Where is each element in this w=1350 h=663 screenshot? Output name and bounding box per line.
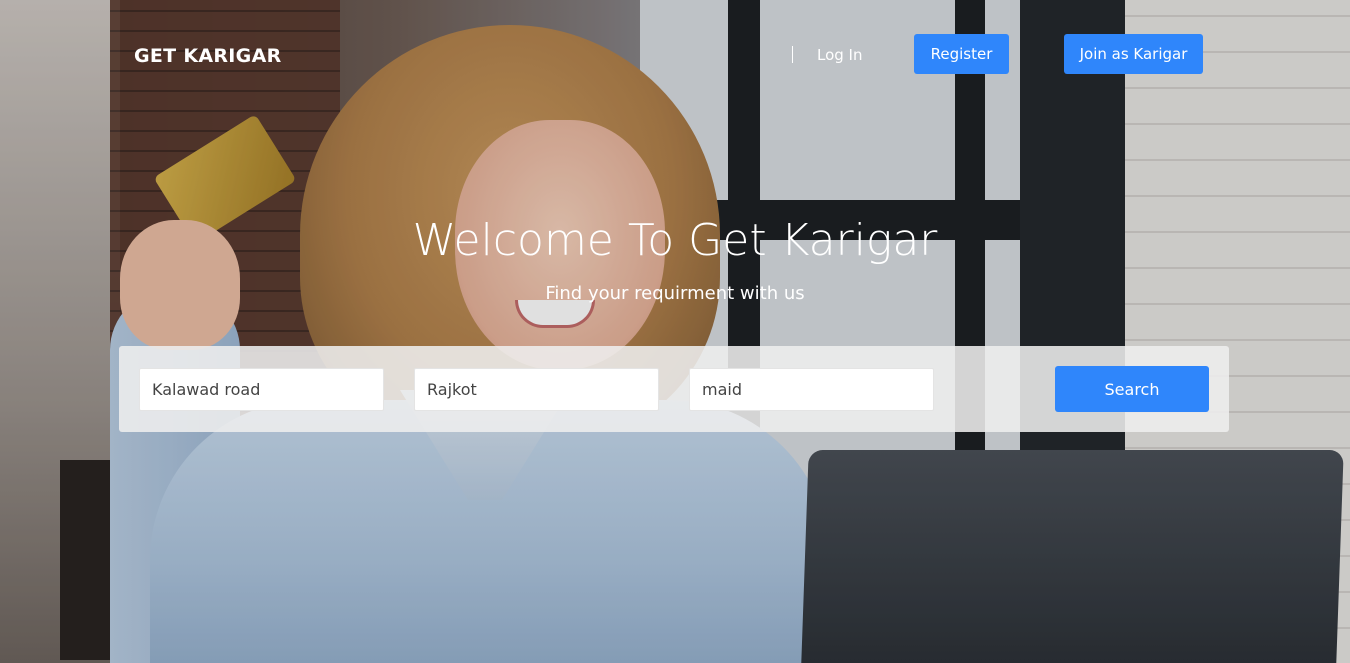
hero-overlay bbox=[0, 0, 1350, 663]
login-link[interactable]: Log In bbox=[817, 46, 863, 64]
brand-logo[interactable]: GET KARIGAR bbox=[134, 45, 282, 67]
page-title: Welcome To Get Karigar bbox=[412, 215, 938, 266]
hero-section bbox=[0, 0, 1350, 663]
register-button[interactable]: Register bbox=[914, 34, 1009, 74]
city-input[interactable] bbox=[414, 368, 659, 411]
page-subtitle: Find your requirment with us bbox=[545, 283, 805, 304]
nav-divider bbox=[792, 46, 793, 63]
location-input[interactable] bbox=[139, 368, 384, 411]
search-button[interactable]: Search bbox=[1055, 366, 1209, 412]
join-as-karigar-button[interactable]: Join as Karigar bbox=[1064, 34, 1203, 74]
service-input[interactable] bbox=[689, 368, 934, 411]
